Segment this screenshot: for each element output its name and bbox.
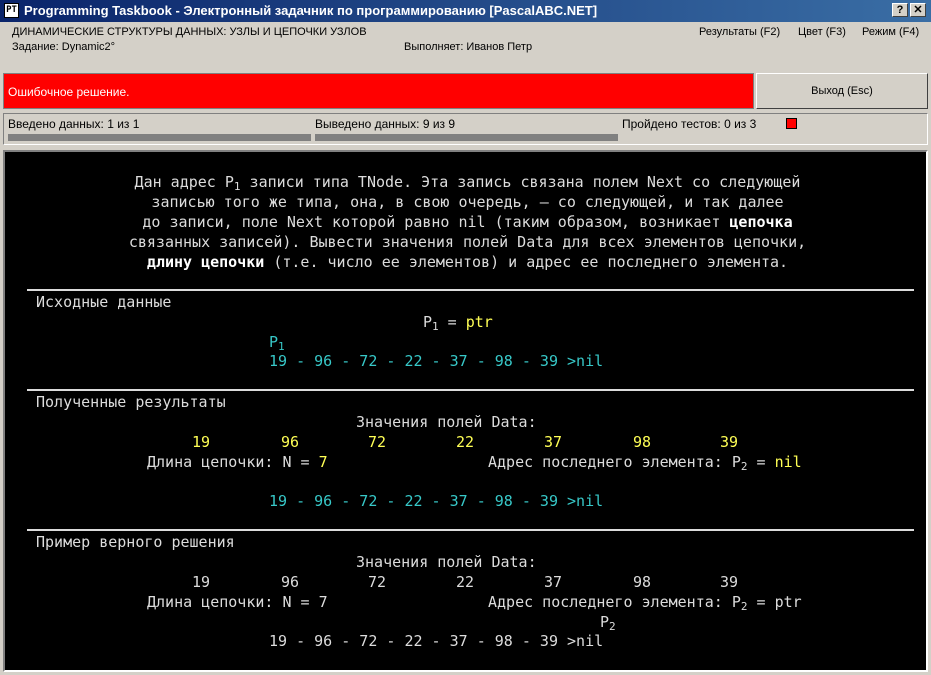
- results-length: Длина цепочки: N = 7: [147, 453, 328, 471]
- example-chain: 19 - 96 - 72 - 22 - 37 - 98 - 39 >nil: [269, 632, 604, 650]
- input-progress-bar: [8, 134, 311, 141]
- result-value: 72: [368, 433, 387, 451]
- test-status-indicator: [786, 118, 797, 129]
- result-value: 22: [456, 433, 475, 451]
- window-title: Programming Taskbook - Электронный задач…: [24, 3, 598, 18]
- tests-count: Пройдено тестов: 0 из 3: [622, 117, 757, 131]
- result-value: 19: [192, 433, 211, 451]
- results-chain: 19 - 96 - 72 - 22 - 37 - 98 - 39 >nil: [269, 492, 604, 510]
- output-count: Выведено данных: 9 из 9: [315, 117, 456, 131]
- result-value: 39: [720, 433, 739, 451]
- example-length: Длина цепочки: N = 7: [147, 593, 328, 611]
- example-data-caption: Значения полей Data:: [356, 553, 537, 571]
- results-last-address: Адрес последнего элемента: P2 = nil: [488, 453, 802, 473]
- task-panel: Дан адрес P1 записи типа TNode. Эта запи…: [3, 150, 928, 672]
- input-count: Введено данных: 1 из 1: [8, 117, 140, 131]
- status-message: Ошибочное решение.: [8, 85, 130, 99]
- help-button[interactable]: ?: [892, 3, 908, 17]
- input-chain: 19 - 96 - 72 - 22 - 37 - 98 - 39 >nil: [269, 352, 604, 370]
- example-value: 19: [192, 573, 211, 591]
- example-last-address: Адрес последнего элемента: P2 = ptr: [488, 593, 802, 613]
- result-value: 98: [633, 433, 652, 451]
- example-value: 39: [720, 573, 739, 591]
- result-value: 96: [281, 433, 300, 451]
- section-title-example: Пример верного решения: [36, 533, 235, 551]
- divider: [27, 389, 914, 391]
- section-title-input: Исходные данные: [36, 293, 172, 311]
- topic-title: ДИНАМИЧЕСКИЕ СТРУКТУРЫ ДАННЫХ: УЗЛЫ И ЦЕ…: [12, 26, 367, 38]
- menu-color[interactable]: Цвет (F3): [798, 26, 846, 38]
- divider: [27, 289, 914, 291]
- input-pointer: P1 = ptr: [423, 313, 493, 333]
- app-icon: PT: [4, 3, 19, 18]
- example-value: 96: [281, 573, 300, 591]
- task-line-3: до записи, поле Next которой равно nil (…: [142, 213, 793, 231]
- section-title-results: Полученные результаты: [36, 393, 226, 411]
- task-name: Задание: Dynamic2°: [12, 41, 116, 53]
- example-value: 72: [368, 573, 387, 591]
- divider: [27, 529, 914, 531]
- close-button[interactable]: ✕: [910, 3, 926, 17]
- menu-mode[interactable]: Режим (F4): [862, 26, 919, 38]
- exit-button[interactable]: Выход (Esc): [756, 73, 928, 109]
- error-status-bar: Ошибочное решение.: [3, 73, 754, 109]
- example-value: 98: [633, 573, 652, 591]
- result-value: 37: [544, 433, 563, 451]
- menu-results[interactable]: Результаты (F2): [699, 26, 780, 38]
- student-name: Выполняет: Иванов Петр: [404, 41, 533, 53]
- task-line-5: длину цепочки (т.е. число ее элементов) …: [146, 253, 789, 271]
- results-data-caption: Значения полей Data:: [356, 413, 537, 431]
- example-value: 22: [456, 573, 475, 591]
- output-progress-bar: [315, 134, 618, 141]
- task-line-4: связанных записей). Вывести значения пол…: [128, 233, 807, 251]
- example-value: 37: [544, 573, 563, 591]
- title-bar: PT Programming Taskbook - Электронный за…: [0, 0, 931, 22]
- task-line-2: записью того же типа, она, в свою очеред…: [151, 193, 784, 211]
